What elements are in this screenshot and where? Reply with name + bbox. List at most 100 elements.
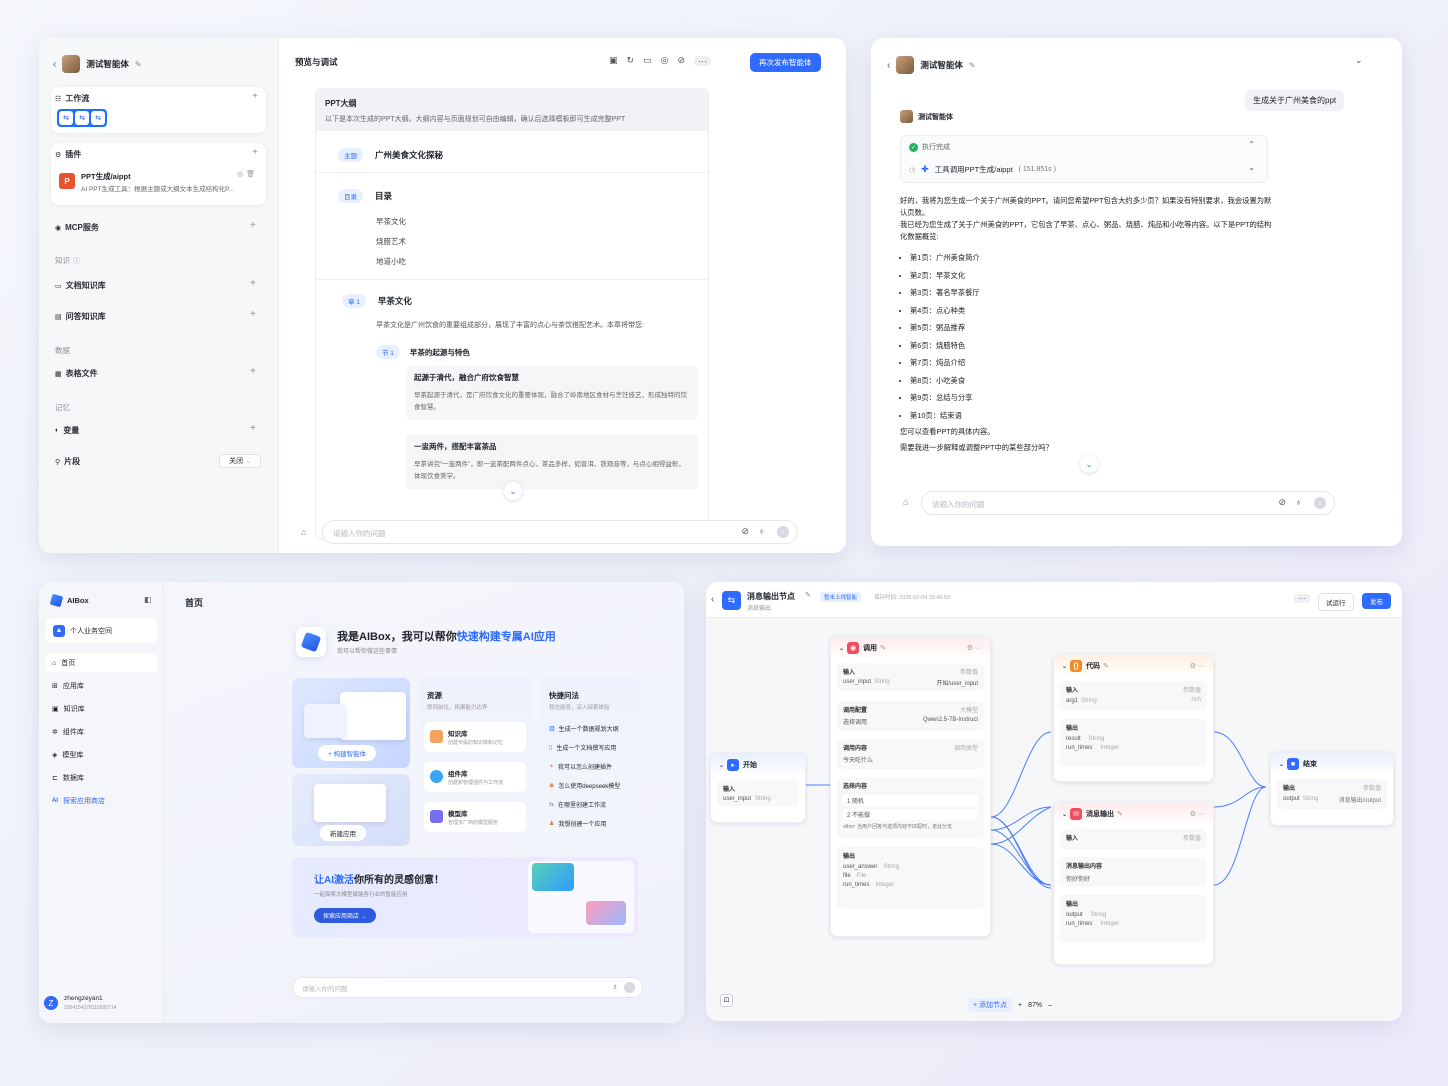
send-icon[interactable]: ↑	[624, 982, 635, 993]
scroll-down-button[interactable]: ⌄	[504, 482, 522, 500]
clear-chat-icon[interactable]: ⌂	[903, 497, 908, 507]
point-card[interactable]: 一盅两件，搭配丰富茶品 早茶讲究“一盅两件”，即一盅茶配两件点心，茶品多样，如普…	[406, 435, 698, 489]
chapter-title[interactable]: 早茶文化	[378, 295, 412, 307]
add-node-button[interactable]: + 添加节点	[968, 998, 1013, 1012]
content-text[interactable]: 你好你好	[1066, 874, 1201, 883]
snippet-toggle-select[interactable]: 关闭 ⌄	[219, 454, 261, 468]
new-app-card[interactable]: 新建应用	[292, 774, 410, 846]
chevron-down-icon[interactable]: ⌄	[839, 645, 844, 652]
toc-item[interactable]: 烧腊艺术	[376, 236, 406, 247]
hide-icon[interactable]: ⊘	[677, 55, 685, 66]
attach-icon[interactable]: ⊘	[1278, 497, 1286, 508]
llm-node[interactable]: ⌄ ◉ 调用 ✎ ⚙ ··· 输入 参数值 user_input String 开…	[830, 636, 991, 937]
execution-panel[interactable]: ✓ 执行完成 ⌃ ◷ ✚ 工具调用PPT生成/aippt ( 151.851s …	[900, 135, 1268, 183]
build-agent-card[interactable]: + 构建智能体	[292, 678, 410, 768]
mic-icon[interactable]: ♁	[758, 526, 765, 536]
zoom-out-button[interactable]: –	[1048, 1002, 1052, 1009]
settings-icon[interactable]: ⚙ ···	[1190, 810, 1205, 818]
edit-icon[interactable]: ✎	[969, 61, 976, 70]
send-icon[interactable]: ↑	[1314, 497, 1326, 509]
collapse-sidebar-icon[interactable]: ◧	[144, 595, 152, 604]
mic-icon[interactable]: ♁	[1295, 497, 1302, 507]
option-item[interactable]: 2 不能做	[843, 809, 978, 820]
chevron-down-icon[interactable]: ⌄	[1279, 761, 1284, 768]
settings-icon[interactable]: ⚙ ···	[967, 644, 982, 652]
settings-icon[interactable]: ◎	[237, 170, 243, 178]
chevron-down-icon[interactable]: ⌄	[1355, 55, 1363, 66]
edit-icon[interactable]: ✎	[1103, 662, 1109, 670]
scroll-down-button[interactable]: ⌄	[1080, 455, 1098, 473]
workspace-selector[interactable]: ▲ 个人业务空间	[46, 618, 157, 643]
mic-icon[interactable]: ♁	[612, 982, 618, 991]
section-title[interactable]: 早茶的起源与特色	[410, 347, 470, 358]
add-workflow-button[interactable]: +	[252, 91, 258, 102]
quick-question[interactable]: ▥ 生成一个数据规划大纲	[549, 724, 619, 733]
add-doc-kb-button[interactable]: +	[250, 278, 256, 289]
chevron-down-icon[interactable]: ⌄	[1062, 663, 1067, 670]
delete-icon[interactable]: 🗑	[246, 170, 255, 178]
chevron-up-icon[interactable]: ⌃	[1248, 140, 1255, 149]
workflow-chips[interactable]: ⇆ ⇆ ⇆	[57, 109, 107, 127]
send-icon[interactable]: ↑	[777, 526, 789, 538]
new-app-button[interactable]: 新建应用	[320, 825, 366, 841]
option-item[interactable]: 1 随机	[843, 795, 978, 806]
resource-item-model[interactable]: 模型库 管理多厂商的模型服务	[424, 802, 526, 832]
edit-icon[interactable]: ✎	[1117, 810, 1123, 818]
end-node[interactable]: ⌄ ■ 结束 输出 参数值 output String 消息输出/output	[1270, 752, 1394, 826]
quick-question[interactable]: ⇆ 在哪里创建工作流	[549, 800, 606, 809]
add-mcp-button[interactable]: +	[250, 220, 256, 231]
chevron-down-icon[interactable]: ⌄	[1062, 811, 1067, 818]
question-input[interactable]: 请输入你的问题 ⊘ ♁ ↑	[322, 520, 798, 544]
plugin-item[interactable]: P PPT生成/aippt AI PPT生成工具：根据主题或大纲文本生成结构化P…	[59, 169, 259, 199]
resource-item-component[interactable]: 组件库 创建和管理插件与工作流	[424, 762, 526, 792]
nav-component-library[interactable]: ✲ 组件库	[52, 727, 84, 737]
back-icon[interactable]: ‹	[887, 60, 890, 71]
model-name[interactable]: Qwen2.5-7B-Instruct	[923, 717, 978, 723]
settings-icon[interactable]: ⚙ ···	[1190, 662, 1205, 670]
user-profile[interactable]: Z zhengzeyan1 2004154378116595714	[44, 992, 162, 1016]
code-node[interactable]: ⌄ {} 代码 ✎ ⚙ ··· 输入 参数值 arg1 String rich 输…	[1053, 654, 1214, 782]
attach-icon[interactable]: ⊘	[741, 526, 749, 537]
republish-button[interactable]: 再次发布智能体	[750, 53, 821, 72]
back-icon[interactable]: ‹	[53, 59, 56, 70]
question-input[interactable]: 请输入你的问题 ♁ ↑	[292, 977, 643, 998]
question-input[interactable]: 请输入你的问题 ⊘ ♁ ↑	[921, 491, 1335, 515]
more-icon[interactable]: ···	[693, 55, 711, 66]
debug-icon[interactable]: ◎	[661, 55, 669, 66]
build-agent-button[interactable]: + 构建智能体	[318, 745, 377, 761]
nav-database[interactable]: ⊏ 数据库	[52, 773, 84, 783]
content-text[interactable]: 今天吃什么	[843, 755, 873, 764]
nav-explore-store[interactable]: AI 探索应用商店	[52, 796, 105, 806]
clear-chat-icon[interactable]: ⌂	[301, 527, 306, 537]
resource-item-knowledge[interactable]: 知识库 创建专属的知识库和记忆	[424, 722, 526, 752]
explore-store-button[interactable]: 探索应用商店 →	[314, 908, 376, 923]
quick-question[interactable]: ✦ 我可以怎么创建插件	[549, 762, 612, 771]
edit-icon[interactable]: ✎	[880, 644, 886, 652]
quick-question[interactable]: ▯ 生成一个文档撰写应用	[549, 743, 616, 752]
nav-app-library[interactable]: ⊞ 应用库	[52, 681, 84, 691]
page-item: 第5页：粥品推荐	[910, 319, 1274, 337]
image-icon[interactable]: ▣	[609, 55, 618, 66]
quick-question[interactable]: ♟ 我想创建一个应用	[549, 819, 606, 828]
nav-knowledge-library[interactable]: ▣ 知识库	[52, 704, 85, 714]
minimap-icon[interactable]: ⊡	[720, 994, 733, 1007]
toc-item[interactable]: 早茶文化	[376, 216, 406, 227]
chat-icon[interactable]: ▭	[643, 55, 652, 66]
start-node[interactable]: ⌄ ▸ 开始 输入 user_input String	[710, 753, 806, 823]
point-card[interactable]: 起源于清代，融合广府饮食智慧 早茶起源于清代，是广府饮食文化的重要体现，融合了岭…	[406, 366, 698, 420]
message-output-node[interactable]: ⌄ ✉ 消息输出 ✎ ⚙ ··· 输入 参数值 消息输出内容 你好你好 输出 o…	[1053, 802, 1214, 965]
nav-home[interactable]: ⌂ 首页	[46, 654, 157, 672]
add-variable-button[interactable]: +	[250, 423, 256, 434]
toc-item[interactable]: 地道小吃	[376, 256, 406, 267]
chevron-down-icon[interactable]: ⌄	[1248, 163, 1255, 172]
chevron-down-icon[interactable]: ⌄	[719, 762, 724, 769]
add-plugin-button[interactable]: +	[252, 147, 258, 158]
refresh-icon[interactable]: ↻	[627, 55, 635, 66]
theme-title[interactable]: 广州美食文化探秘	[375, 149, 443, 161]
add-qa-kb-button[interactable]: +	[250, 309, 256, 320]
edit-icon[interactable]: ✎	[135, 60, 142, 69]
zoom-in-button[interactable]: +	[1018, 1002, 1022, 1009]
nav-model-library[interactable]: ◈ 模型库	[52, 750, 83, 760]
add-table-button[interactable]: +	[250, 366, 256, 377]
quick-question[interactable]: ◉ 怎么使用deepseek模型	[549, 781, 620, 790]
